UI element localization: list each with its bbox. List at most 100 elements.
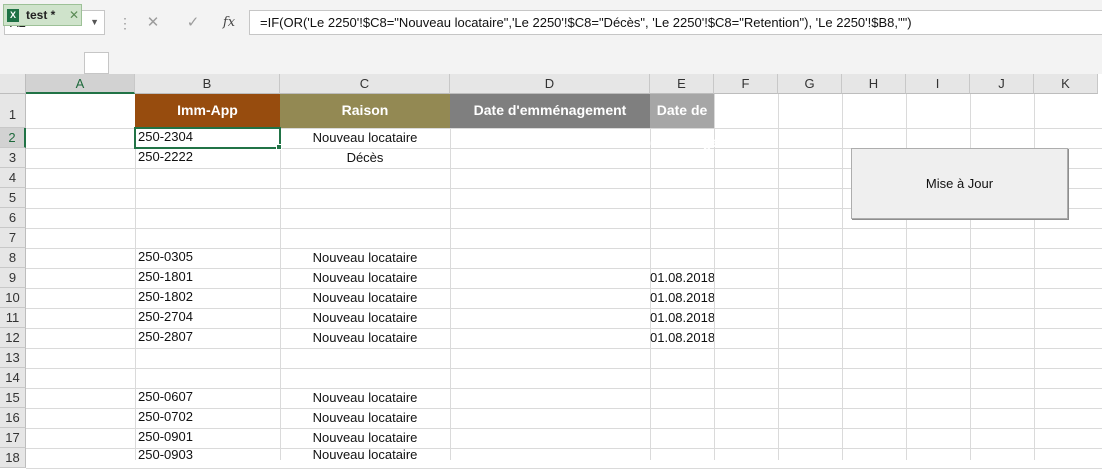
cell-imm-app[interactable]: 250-0702: [135, 408, 280, 428]
cell-raison[interactable]: [280, 228, 450, 248]
row-header-9[interactable]: 9: [0, 268, 26, 288]
row-header-5[interactable]: 5: [0, 188, 26, 208]
cell-imm-app[interactable]: 250-1801: [135, 268, 280, 288]
cell-date-demenagement[interactable]: [650, 368, 714, 388]
spreadsheet-grid[interactable]: A B C D E F G H I J K 1 2 3 4 5 6 7 8 9 10 11 12 13 14 15 16 17 18 Im…: [0, 74, 1102, 469]
cell-date-demenagement[interactable]: 01.08.2018: [650, 268, 714, 288]
row-header-10[interactable]: 10: [0, 288, 26, 308]
cell-date-demenagement[interactable]: 01.08.2018: [650, 288, 714, 308]
cell-raison[interactable]: Nouveau locataire: [280, 288, 450, 308]
cell-imm-app[interactable]: [135, 208, 280, 228]
cell-date-demenagement[interactable]: [650, 388, 714, 408]
cell-raison[interactable]: Nouveau locataire: [280, 428, 450, 448]
close-icon[interactable]: ✕: [69, 5, 79, 25]
row-header-1[interactable]: 1: [0, 94, 26, 128]
cell-raison[interactable]: [280, 168, 450, 188]
cell-imm-app[interactable]: 250-0607: [135, 388, 280, 408]
formula-input[interactable]: =IF(OR('Le 2250'!$C8="Nouveau locataire"…: [249, 10, 1102, 35]
workbook-tab-strip: [0, 46, 1102, 74]
row-header-7[interactable]: 7: [0, 228, 26, 248]
row-header-16[interactable]: 16: [0, 408, 26, 428]
header-cell-b[interactable]: Raison: [280, 94, 450, 128]
cell-date-demenagement[interactable]: [650, 148, 714, 168]
row-header-11[interactable]: 11: [0, 308, 26, 328]
row-header-18[interactable]: 18: [0, 448, 26, 468]
cell-imm-app[interactable]: [135, 168, 280, 188]
row-header-15[interactable]: 15: [0, 388, 26, 408]
column-header-b[interactable]: B: [135, 74, 280, 94]
row-header-3[interactable]: 3: [0, 148, 26, 168]
column-header-k[interactable]: K: [1034, 74, 1098, 94]
active-cell-selection[interactable]: [134, 127, 281, 149]
cell-raison[interactable]: [280, 188, 450, 208]
row-header-14[interactable]: 14: [0, 368, 26, 388]
chevron-down-icon[interactable]: ▼: [90, 11, 99, 34]
column-header-e[interactable]: E: [650, 74, 714, 94]
header-cell-d[interactable]: Date de déménagement: [650, 94, 753, 150]
cell-raison[interactable]: Nouveau locataire: [280, 328, 450, 348]
header-cell-c[interactable]: Date d'emménagement: [450, 94, 650, 128]
cell-raison[interactable]: Nouveau locataire: [280, 128, 450, 148]
column-header-i[interactable]: I: [906, 74, 970, 94]
cell-imm-app[interactable]: 250-1802: [135, 288, 280, 308]
cell-imm-app[interactable]: [135, 228, 280, 248]
cell-date-demenagement[interactable]: [650, 128, 714, 148]
formula-bar: A2 ▼ ⋮ ✕ ✓ fx =IF(OR('Le 2250'!$C8="Nouv…: [0, 0, 1102, 46]
select-all-corner[interactable]: [0, 74, 26, 94]
cell-raison[interactable]: [280, 208, 450, 228]
new-tab-button[interactable]: [84, 52, 109, 74]
column-header-c[interactable]: C: [280, 74, 450, 94]
cell-date-demenagement[interactable]: [650, 248, 714, 268]
cell-date-demenagement[interactable]: [650, 228, 714, 248]
column-header-g[interactable]: G: [778, 74, 842, 94]
cell-date-demenagement[interactable]: [650, 408, 714, 428]
cell-imm-app[interactable]: 250-0903: [135, 448, 280, 468]
row-header-17[interactable]: 17: [0, 428, 26, 448]
drag-handle-icon[interactable]: ⋮: [118, 14, 132, 32]
cell-imm-app[interactable]: 250-0305: [135, 248, 280, 268]
cell-raison[interactable]: [280, 368, 450, 388]
header-cell-a[interactable]: Imm-App: [135, 94, 280, 128]
row-header-2[interactable]: 2: [0, 128, 26, 148]
cell-date-demenagement[interactable]: [650, 208, 714, 228]
cell-date-demenagement[interactable]: [650, 348, 714, 368]
row-header-13[interactable]: 13: [0, 348, 26, 368]
cell-raison[interactable]: Nouveau locataire: [280, 388, 450, 408]
cell-raison[interactable]: [280, 348, 450, 368]
cell-imm-app[interactable]: [135, 348, 280, 368]
cell-raison[interactable]: Nouveau locataire: [280, 268, 450, 288]
cell-date-demenagement[interactable]: [650, 448, 714, 468]
cell-imm-app[interactable]: 250-0901: [135, 428, 280, 448]
cell-raison[interactable]: Décès: [280, 148, 450, 168]
cancel-formula-button[interactable]: ✕: [138, 10, 168, 35]
cell-date-demenagement[interactable]: [650, 168, 714, 188]
cell-date-demenagement[interactable]: [650, 188, 714, 208]
column-header-d[interactable]: D: [450, 74, 650, 94]
cell-raison[interactable]: Nouveau locataire: [280, 448, 450, 468]
column-header-h[interactable]: H: [842, 74, 906, 94]
row-header-8[interactable]: 8: [0, 248, 26, 268]
cell-raison[interactable]: Nouveau locataire: [280, 248, 450, 268]
cell-raison[interactable]: Nouveau locataire: [280, 308, 450, 328]
row-header-4[interactable]: 4: [0, 168, 26, 188]
enter-formula-button[interactable]: ✓: [178, 10, 208, 35]
column-header-j[interactable]: J: [970, 74, 1034, 94]
update-button[interactable]: Mise à Jour: [851, 148, 1068, 219]
cell-imm-app[interactable]: 250-2704: [135, 308, 280, 328]
cell-date-demenagement[interactable]: 01.08.2018: [650, 328, 714, 348]
cell-imm-app[interactable]: 250-2222: [135, 148, 280, 168]
column-header-a[interactable]: A: [26, 74, 135, 94]
cell-imm-app[interactable]: [135, 188, 280, 208]
workbook-tab[interactable]: X test * ✕: [3, 4, 82, 26]
workbook-tab-label: test *: [26, 8, 56, 22]
row-header-6[interactable]: 6: [0, 208, 26, 228]
fill-handle[interactable]: [276, 144, 282, 150]
cell-imm-app[interactable]: 250-2807: [135, 328, 280, 348]
cell-date-demenagement[interactable]: [650, 428, 714, 448]
cell-imm-app[interactable]: [135, 368, 280, 388]
cell-raison[interactable]: Nouveau locataire: [280, 408, 450, 428]
cell-date-demenagement[interactable]: 01.08.2018: [650, 308, 714, 328]
column-header-f[interactable]: F: [714, 74, 778, 94]
insert-function-button[interactable]: fx: [214, 10, 244, 35]
row-header-12[interactable]: 12: [0, 328, 26, 348]
